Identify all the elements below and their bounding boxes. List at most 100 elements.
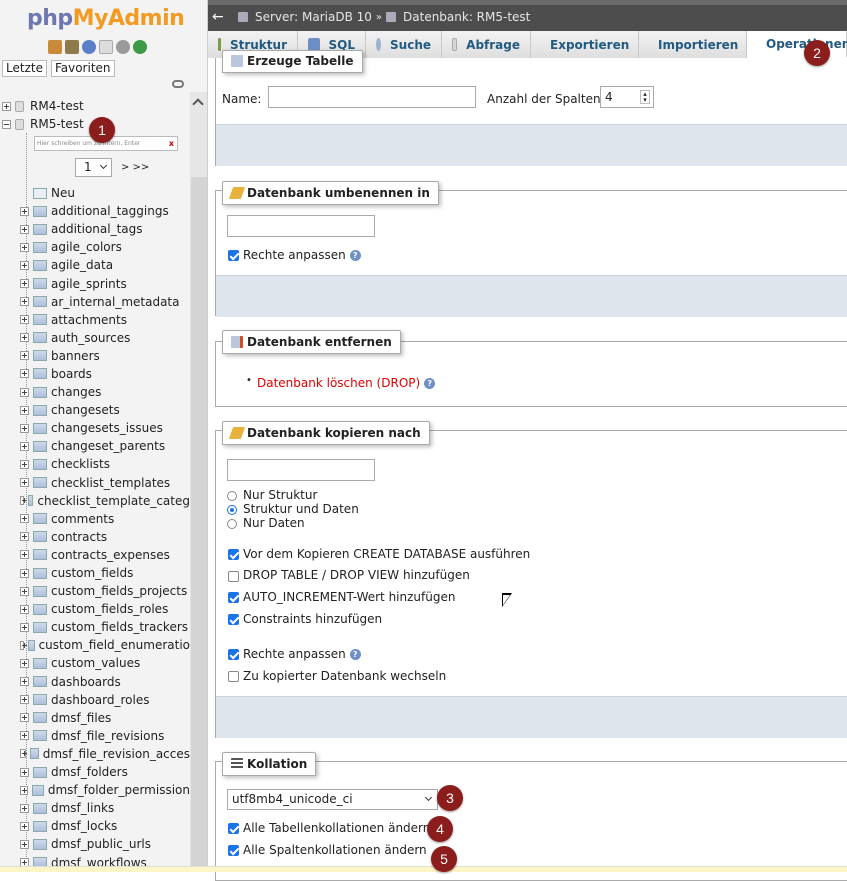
- table-label[interactable]: checklist_templates: [51, 476, 170, 490]
- change-column-collations-label[interactable]: Alle Spaltenkollationen ändern: [243, 843, 427, 857]
- tab-import[interactable]: Importieren: [639, 31, 747, 58]
- table-label[interactable]: dashboard_roles: [51, 693, 149, 707]
- tab-operations[interactable]: Operationen: [747, 31, 847, 58]
- table-label[interactable]: dmsf_locks: [51, 819, 117, 833]
- table-label[interactable]: checklists: [51, 457, 110, 471]
- table-label[interactable]: dmsf_links: [51, 801, 114, 815]
- table-item[interactable]: checklists: [20, 455, 190, 473]
- radio-structure-only-label[interactable]: Nur Struktur: [243, 488, 317, 502]
- scroll-up-icon[interactable]: [192, 98, 204, 110]
- expand-icon[interactable]: [20, 695, 29, 705]
- table-item[interactable]: changes: [20, 383, 190, 401]
- copy-adjust-privileges-checkbox[interactable]: [228, 649, 239, 660]
- expand-icon[interactable]: [20, 405, 29, 415]
- table-item[interactable]: dmsf_file_revisions: [20, 727, 190, 745]
- expand-icon[interactable]: [20, 387, 29, 397]
- table-label[interactable]: dmsf_public_urls: [51, 837, 151, 851]
- expand-icon[interactable]: [20, 532, 29, 542]
- collapse-icon[interactable]: [2, 119, 11, 129]
- table-item[interactable]: comments: [20, 510, 190, 528]
- table-item[interactable]: boards: [20, 365, 190, 383]
- expand-icon[interactable]: [20, 713, 29, 723]
- table-item[interactable]: agile_colors: [20, 238, 190, 256]
- table-item[interactable]: auth_sources: [20, 329, 190, 347]
- scroll-thumb[interactable]: [191, 177, 207, 872]
- create-database-checkbox[interactable]: [228, 549, 239, 560]
- constraints-label[interactable]: Constraints hinzufügen: [243, 612, 382, 626]
- table-label[interactable]: contracts_expenses: [51, 548, 170, 562]
- auto-increment-checkbox[interactable]: [228, 592, 239, 603]
- table-label[interactable]: agile_data: [51, 258, 113, 272]
- table-label[interactable]: additional_taggings: [51, 204, 169, 218]
- expand-icon[interactable]: [20, 803, 29, 813]
- expand-icon[interactable]: [20, 767, 29, 777]
- docs-icon[interactable]: [99, 40, 113, 54]
- expand-icon[interactable]: [20, 279, 29, 289]
- radio-data-only[interactable]: [227, 519, 237, 529]
- table-label[interactable]: dmsf_folders: [51, 765, 128, 779]
- table-item[interactable]: dmsf_files: [20, 709, 190, 727]
- table-item[interactable]: changesets: [20, 401, 190, 419]
- link-icon[interactable]: [172, 80, 184, 88]
- help-icon[interactable]: ?: [349, 250, 361, 261]
- table-item[interactable]: contracts: [20, 528, 190, 546]
- expand-icon[interactable]: [20, 351, 29, 361]
- stepper-arrows-icon[interactable]: ▴ ▾: [640, 90, 650, 104]
- table-item[interactable]: custom_fields_projects: [20, 582, 190, 600]
- expand-icon[interactable]: [20, 224, 29, 234]
- table-name-input[interactable]: [268, 86, 476, 108]
- expand-icon[interactable]: [20, 333, 29, 343]
- table-label[interactable]: changesets_issues: [51, 421, 163, 435]
- radio-structure-and-data[interactable]: [227, 505, 237, 515]
- table-item[interactable]: contracts_expenses: [20, 546, 190, 564]
- expand-icon[interactable]: [20, 622, 29, 632]
- constraints-checkbox[interactable]: [228, 614, 239, 625]
- table-label[interactable]: dmsf_file_revisions: [51, 729, 164, 743]
- table-item[interactable]: agile_data: [20, 256, 190, 274]
- table-label[interactable]: changeset_parents: [51, 439, 165, 453]
- copy-target-db-input[interactable]: [227, 459, 375, 481]
- tab-search[interactable]: Suche: [366, 31, 442, 58]
- drop-table-label[interactable]: DROP TABLE / DROP VIEW hinzufügen: [243, 568, 470, 582]
- table-label[interactable]: custom_field_enumeratio: [39, 638, 190, 652]
- new-db-name-input[interactable]: [227, 215, 375, 237]
- table-label[interactable]: custom_values: [51, 656, 140, 670]
- table-item[interactable]: dmsf_public_urls: [20, 835, 190, 853]
- table-label[interactable]: custom_fields_trackers: [51, 620, 188, 634]
- table-label[interactable]: changes: [51, 385, 101, 399]
- expand-icon[interactable]: [20, 478, 29, 488]
- next-page-link[interactable]: > >>: [121, 162, 149, 173]
- expand-icon[interactable]: [20, 514, 29, 524]
- expand-icon[interactable]: [2, 101, 11, 111]
- table-item[interactable]: ar_internal_metadata: [20, 293, 190, 311]
- table-label[interactable]: agile_sprints: [51, 277, 127, 291]
- table-label[interactable]: dmsf_files: [51, 711, 111, 725]
- table-label[interactable]: ar_internal_metadata: [51, 295, 180, 309]
- expand-icon[interactable]: [20, 749, 27, 759]
- table-label[interactable]: changesets: [51, 403, 120, 417]
- expand-icon[interactable]: [20, 658, 29, 668]
- rename-adjust-privileges-label[interactable]: Rechte anpassen?: [243, 248, 361, 262]
- table-label[interactable]: checklist_template_categ: [37, 494, 190, 508]
- table-label[interactable]: dashboards: [51, 675, 121, 689]
- db-label[interactable]: RM4-test: [30, 99, 84, 113]
- table-item[interactable]: changeset_parents: [20, 437, 190, 455]
- table-label[interactable]: custom_fields: [51, 566, 133, 580]
- table-label[interactable]: agile_colors: [51, 240, 122, 254]
- back-arrow-icon[interactable]: ←: [212, 9, 224, 25]
- expand-icon[interactable]: [20, 459, 29, 469]
- help-icon[interactable]: ?: [349, 649, 361, 660]
- page-select[interactable]: 1: [75, 158, 112, 177]
- table-label[interactable]: boards: [51, 367, 92, 381]
- table-item[interactable]: dmsf_links: [20, 799, 190, 817]
- table-item[interactable]: custom_fields_trackers: [20, 618, 190, 636]
- expand-icon[interactable]: [20, 206, 29, 216]
- table-item[interactable]: dmsf_file_revision_acces: [20, 745, 190, 763]
- table-item[interactable]: checklist_template_categ: [20, 492, 190, 510]
- breadcrumb-server[interactable]: Server: MariaDB 10: [255, 10, 372, 24]
- table-item[interactable]: additional_tags: [20, 220, 190, 238]
- tab-export[interactable]: Exportieren: [531, 31, 639, 58]
- table-label[interactable]: additional_tags: [51, 222, 143, 236]
- breadcrumb-database[interactable]: Datenbank: RM5-test: [403, 10, 530, 24]
- expand-icon[interactable]: [20, 260, 29, 270]
